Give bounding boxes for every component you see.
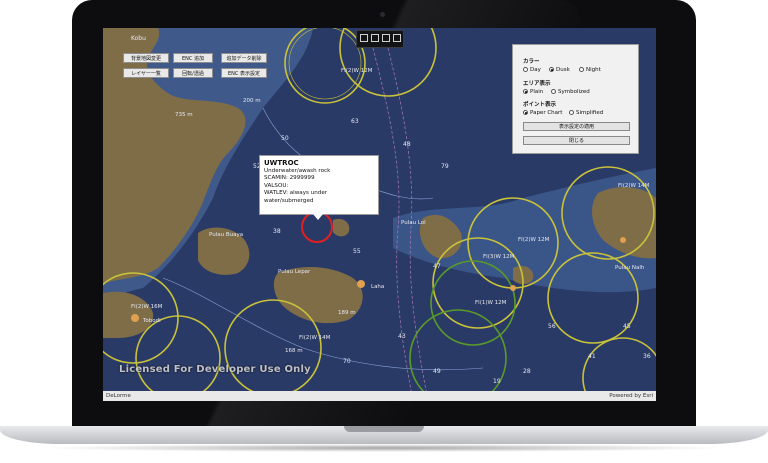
point-section-label: ポイント表示: [523, 102, 557, 108]
area-option-symbolized[interactable]: Symbolized: [551, 89, 590, 95]
light-label: Fl(2)W 12M: [518, 237, 550, 243]
license-watermark: Licensed For Developer Use Only: [119, 364, 311, 375]
sounding: 63: [351, 118, 359, 125]
zoom-extent-icon[interactable]: [382, 34, 390, 42]
light-marker: [510, 285, 516, 291]
attribution-left: DeLorme: [106, 393, 131, 399]
radio-selected-icon: [523, 89, 528, 94]
color-option-day[interactable]: Day: [523, 67, 541, 73]
place-name: Pulau Buaya: [209, 232, 243, 238]
add-enc-button[interactable]: ENC 追加: [173, 53, 213, 63]
depth-label: 735 m: [175, 112, 193, 118]
place-name: Pulau Lepar: [278, 269, 311, 275]
sounding: 55: [353, 248, 361, 255]
measure-icon[interactable]: [393, 34, 401, 42]
place-name: Laha: [371, 284, 384, 290]
place-name: Pulau Lol: [401, 220, 426, 226]
sounding: 19: [493, 378, 501, 385]
light-marker: [620, 237, 626, 243]
radio-selected-icon: [549, 67, 554, 72]
popup-pointer: [313, 214, 323, 220]
popup-line: VALSOU:: [264, 182, 289, 189]
light-label: Fl(1)W 12M: [475, 300, 507, 306]
option-label: Day: [530, 67, 541, 73]
color-section-label: カラー: [523, 59, 540, 65]
change-basemap-button[interactable]: 背景地図変更: [123, 53, 169, 63]
radio-icon: [523, 67, 528, 72]
popup-line: WATLEV: always under water/submerged: [264, 190, 328, 204]
attribution-right[interactable]: Powered by Esri: [609, 391, 653, 401]
option-label: Plain: [530, 89, 544, 95]
place-name: Kobu: [131, 35, 146, 42]
sounding: 50: [281, 135, 289, 142]
popup-line: Underwater/awash rock: [264, 168, 331, 174]
feature-info-popup: UWTROC Underwater/awash rock SCAMIN: 299…: [259, 155, 379, 215]
color-option-night[interactable]: Night: [579, 67, 601, 73]
rotate-transparency-button[interactable]: 回転/透過: [173, 68, 213, 78]
radio-icon: [579, 67, 584, 72]
sounding: 45: [623, 323, 631, 330]
apply-settings-button[interactable]: 表示設定の適用: [523, 122, 630, 131]
option-label: Dusk: [556, 67, 570, 73]
sounding: 38: [273, 228, 281, 235]
map-tool-icons: [356, 30, 404, 48]
map-screen[interactable]: Kobu Pulau Buaya Pulau Lepar Pulau Lol P…: [103, 28, 656, 401]
depth-label: 200 m: [243, 98, 261, 104]
radio-selected-icon: [523, 110, 528, 115]
sounding: 41: [588, 353, 596, 360]
place-name: Pulau Nalh: [615, 265, 645, 271]
enc-display-settings-button[interactable]: ENC 表示設定: [221, 68, 267, 78]
popup-line: SCAMIN: 2999999: [264, 175, 315, 182]
close-panel-button[interactable]: 閉じる: [523, 136, 630, 145]
light-marker: [131, 314, 139, 322]
attribution-bar: DeLorme Powered by Esri: [103, 391, 656, 401]
enc-display-settings-panel: カラー Day Dusk Night エリア表示 Plain Symbolize…: [512, 44, 639, 154]
option-label: Night: [586, 67, 601, 73]
area-section-label: エリア表示: [523, 81, 551, 87]
light-label: Fl(2)W 12M: [341, 68, 373, 74]
radio-icon: [569, 110, 574, 115]
radio-icon: [551, 89, 556, 94]
point-option-simplified[interactable]: Simplified: [569, 110, 603, 116]
light-label: Fl(2)W 14M: [618, 183, 650, 189]
light-marker: [357, 280, 365, 288]
sounding: 47: [433, 263, 441, 270]
sounding: 79: [441, 163, 449, 170]
sounding: 56: [548, 323, 556, 330]
option-label: Paper Chart: [530, 110, 563, 116]
light-label: Fl(2)W 16M: [131, 304, 163, 310]
sounding: 70: [343, 358, 351, 365]
map-toolbar: 背景地図変更 ENC 追加 追加データ削除 レイヤー一覧 回転/透過 ENC 表…: [113, 49, 273, 87]
remove-added-data-button[interactable]: 追加データ削除: [221, 53, 267, 63]
place-name: Tobodi: [142, 318, 161, 324]
laptop-base-notch: [344, 426, 424, 432]
depth-label: 168 m: [285, 348, 303, 354]
depth-label: 189 m: [338, 310, 356, 316]
area-option-plain[interactable]: Plain: [523, 89, 543, 95]
layer-list-button[interactable]: レイヤー一覧: [123, 68, 169, 78]
webcam: [380, 12, 385, 17]
identify-icon[interactable]: [371, 34, 379, 42]
sounding: 36: [643, 353, 651, 360]
popup-title: UWTROC: [264, 159, 299, 167]
sounding: 48: [403, 141, 411, 148]
laptop-shadow: [40, 444, 728, 452]
light-label: Fl(2)W 14M: [299, 335, 331, 341]
sounding: 49: [433, 368, 441, 375]
color-option-dusk[interactable]: Dusk: [549, 67, 570, 73]
layer-select-icon[interactable]: [360, 34, 368, 42]
option-label: Simplified: [576, 110, 604, 116]
sounding: 43: [398, 333, 406, 340]
light-label: Fl(3)W 12M: [483, 254, 515, 260]
sounding: 28: [523, 368, 531, 375]
option-label: Symbolized: [558, 89, 590, 95]
point-option-paper-chart[interactable]: Paper Chart: [523, 110, 562, 116]
